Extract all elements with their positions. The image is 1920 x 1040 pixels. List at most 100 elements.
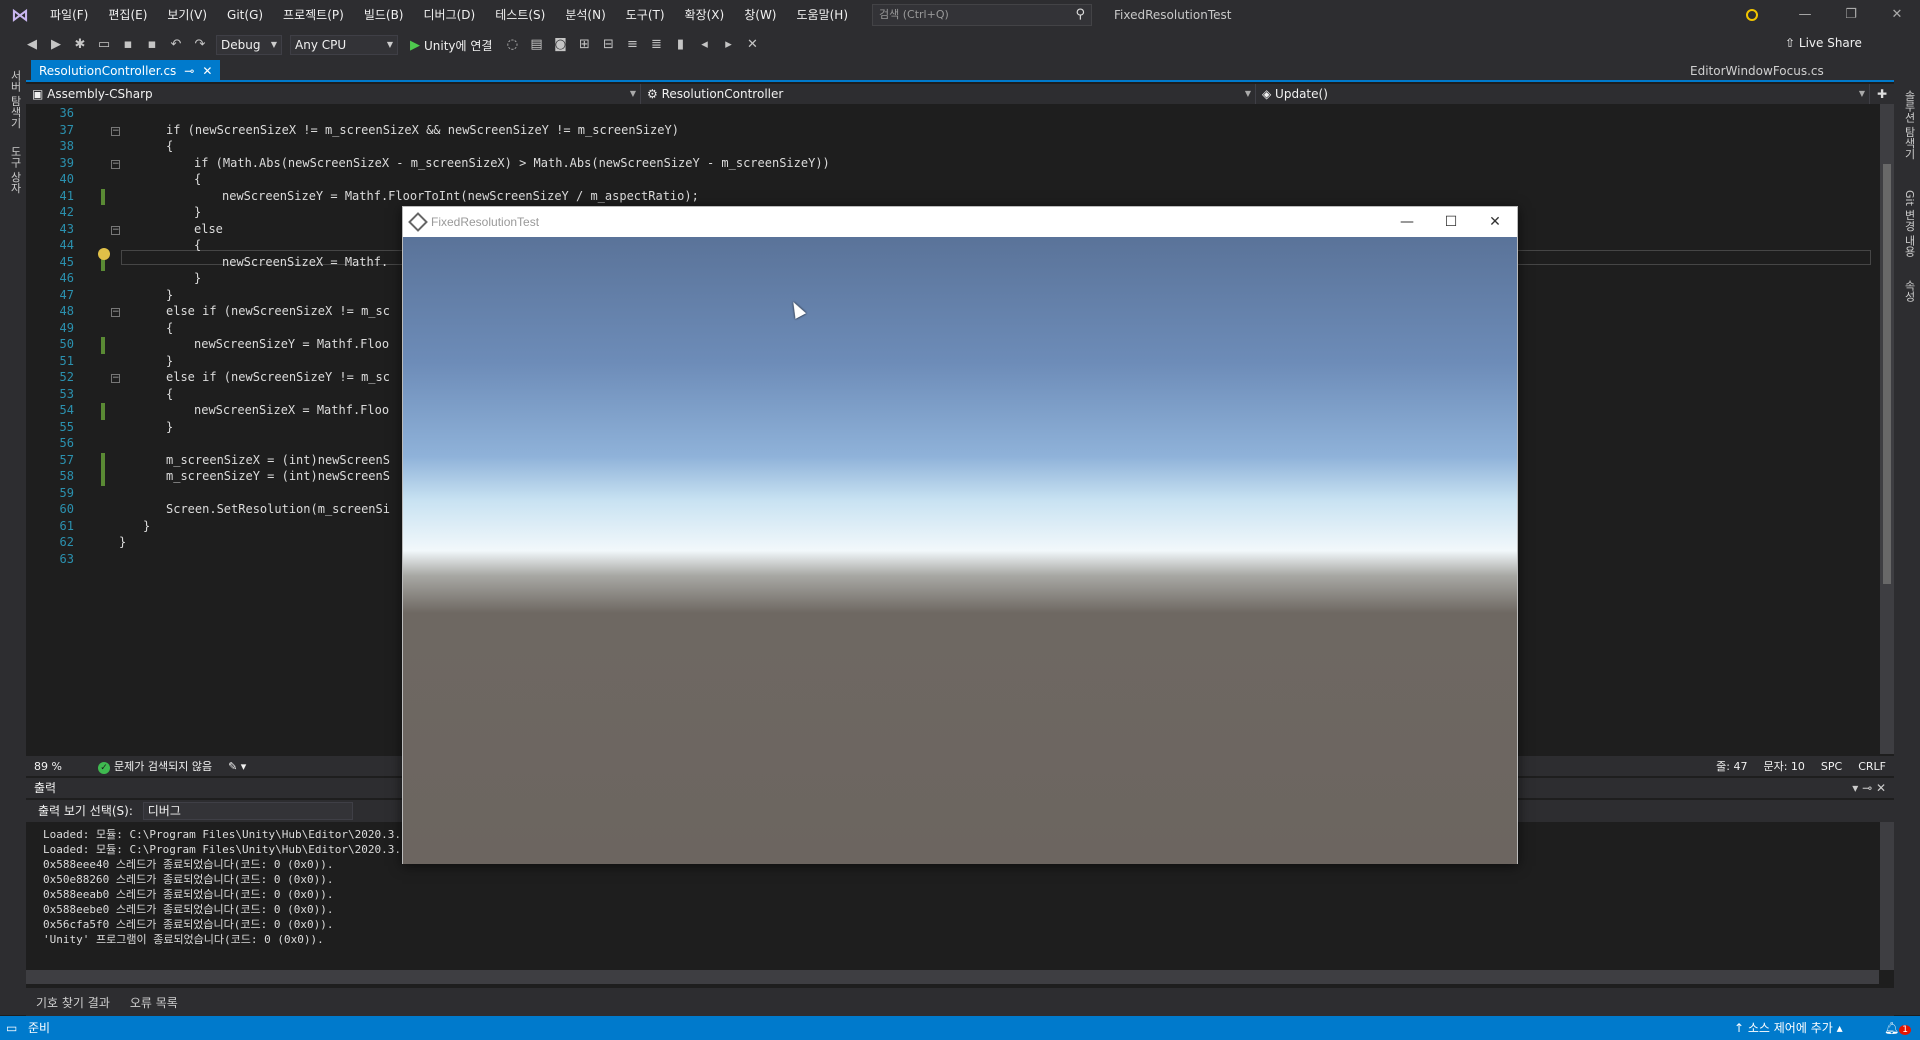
tab-label: ResolutionController.cs (39, 64, 177, 78)
panel-controls-icon[interactable]: ▾ ⊸ ✕ (1852, 778, 1886, 798)
zoom-select[interactable]: 89 % (26, 760, 90, 773)
outdent-icon[interactable]: ≣ (646, 34, 666, 56)
project-dropdown[interactable]: ▣ Assembly-CSharp ▼ (26, 84, 641, 104)
project-name: Assembly-CSharp (47, 87, 153, 101)
menu-help[interactable]: 도움말(H) (787, 0, 859, 30)
prev-bookmark-icon[interactable]: ◂ (694, 34, 714, 56)
solution-explorer-icon[interactable]: ⊞ (574, 34, 594, 56)
toolbox-tab[interactable]: 도구 상자 (7, 146, 23, 194)
add-source-control-button[interactable]: ↑ 소스 제어에 추가 ▴ (1734, 1016, 1843, 1040)
next-bookmark-icon[interactable]: ▸ (718, 34, 738, 56)
fold-toggle-icon[interactable]: − (111, 374, 120, 383)
line-number: 42 (59, 205, 74, 219)
game-minimize-icon[interactable]: — (1385, 207, 1429, 237)
tab-resolution-controller[interactable]: ResolutionController.cs ⊸ ✕ (31, 60, 221, 82)
notification-bell-icon[interactable]: 🔔︎ 1 (1884, 1016, 1911, 1040)
tab-editor-window-focus[interactable]: EditorWindowFocus.cs (1690, 60, 1824, 82)
fold-toggle-icon[interactable]: − (111, 126, 120, 136)
platform-value: Any CPU (295, 38, 347, 52)
class-dropdown[interactable]: ⚙ ResolutionController ▼ (641, 84, 1256, 104)
folder-icon[interactable]: ▤ (526, 34, 546, 56)
code-line: { (166, 320, 174, 335)
back-icon[interactable]: ◀ (22, 34, 42, 56)
line-number: 53 (59, 386, 74, 401)
check-circle-icon: ✓ (98, 762, 110, 774)
editor-scrollbar[interactable] (1880, 104, 1894, 754)
menu-git[interactable]: Git(G) (217, 0, 273, 30)
clear-bookmarks-icon[interactable]: ✕ (742, 34, 762, 56)
code-cleanup-icon[interactable]: ✎ ▾ (220, 760, 254, 773)
editor-scroll-thumb[interactable] (1883, 164, 1891, 584)
git-changes-tab[interactable]: Git 변경 내용 (1901, 190, 1917, 257)
split-icon[interactable]: ✚ (1870, 84, 1894, 104)
redo-icon[interactable]: ↷ (190, 34, 210, 56)
solution-explorer-tab[interactable]: 솔루션 탐색기 (1901, 90, 1917, 160)
menu-project[interactable]: 프로젝트(P) (273, 0, 354, 30)
save-icon[interactable]: ▪ (118, 34, 138, 56)
hot-reload-icon[interactable]: ◌ (502, 34, 522, 56)
spacing-indicator[interactable]: SPC (1813, 760, 1850, 773)
menu-debug[interactable]: 디버그(D) (414, 0, 486, 30)
live-share-button[interactable]: ⇧ Live Share (1785, 36, 1862, 50)
issues-indicator[interactable]: ✓ 문제가 검색되지 않음 (90, 758, 220, 774)
bookmark-icon[interactable]: ▮ (670, 34, 690, 56)
close-tab-icon[interactable]: ✕ (202, 60, 212, 82)
output-line: 0x50e88260 스레드가 종료되었습니다(코드: 0 (0x0)). (43, 873, 334, 886)
server-explorer-tab[interactable]: 서버 탐색기 (7, 70, 23, 129)
open-icon[interactable]: ▭ (94, 34, 114, 56)
config-select[interactable]: Debug ▼ (216, 35, 282, 55)
menu-window[interactable]: 창(W) (734, 0, 786, 30)
search-icon[interactable]: ⚲ (1075, 5, 1085, 25)
fold-toggle-icon[interactable]: − (111, 159, 120, 169)
notification-icon[interactable] (1746, 9, 1758, 21)
code-line: if (newScreenSizeX != m_screenSizeX && n… (166, 122, 679, 137)
menu-tools[interactable]: 도구(T) (616, 0, 675, 30)
platform-select[interactable]: Any CPU ▼ (290, 35, 398, 55)
menu-build[interactable]: 빌드(B) (354, 0, 414, 30)
code-line: newScreenSizeY = Mathf.FloorToInt(newScr… (222, 188, 699, 203)
line-number: 55 (59, 419, 74, 434)
game-window[interactable]: FixedResolutionTest — ☐ ✕ (402, 206, 1518, 864)
attach-unity-button[interactable]: ▶ Unity에 연결 (406, 34, 496, 56)
member-dropdown[interactable]: ◈ Update() ▼ (1256, 84, 1870, 104)
game-window-titlebar[interactable]: FixedResolutionTest — ☐ ✕ (403, 207, 1517, 237)
menu-file[interactable]: 파일(F) (40, 0, 98, 30)
game-maximize-icon[interactable]: ☐ (1429, 207, 1473, 237)
game-viewport[interactable] (403, 237, 1517, 864)
menu-view[interactable]: 보기(V) (157, 0, 217, 30)
tab-error-list[interactable]: 오류 목록 (120, 994, 188, 1011)
output-scrollbar[interactable] (1880, 822, 1894, 970)
code-line: newScreenSizeX = Mathf. (222, 254, 389, 269)
output-source-select[interactable]: 디버그 (142, 802, 353, 820)
menu-edit[interactable]: 편집(E) (98, 0, 157, 30)
save-all-icon[interactable]: ▪ (142, 34, 162, 56)
column-indicator[interactable]: 문자: 10 (1755, 758, 1812, 774)
code-line: } (166, 419, 174, 434)
game-close-icon[interactable]: ✕ (1473, 207, 1517, 237)
close-icon[interactable]: ✕ (1874, 0, 1920, 30)
line-number: 45 (59, 254, 74, 269)
menu-extensions[interactable]: 확장(X) (675, 0, 735, 30)
tab-find-symbol-results[interactable]: 기호 찾기 결과 (26, 994, 120, 1011)
line-indicator[interactable]: 줄: 47 (1708, 758, 1755, 774)
output-hscrollbar[interactable] (26, 970, 1879, 984)
fold-toggle-icon[interactable]: − (111, 308, 120, 317)
new-item-icon[interactable]: ✱ (70, 34, 90, 56)
menu-analyze[interactable]: 분석(N) (555, 0, 615, 30)
search-input[interactable]: 검색 (Ctrl+Q) ⚲ (872, 4, 1093, 26)
lightbulb-icon[interactable] (98, 248, 110, 260)
ready-status: 준비 (28, 1021, 51, 1035)
screenshot-icon[interactable]: ◙ (550, 34, 570, 56)
menu-test[interactable]: 테스트(S) (485, 0, 555, 30)
properties-icon[interactable]: ⊟ (598, 34, 618, 56)
restore-icon[interactable]: ❐ (1828, 0, 1874, 30)
line-ending-indicator[interactable]: CRLF (1850, 760, 1894, 773)
pin-icon[interactable]: ⊸ (184, 60, 194, 82)
indent-icon[interactable]: ≡ (622, 34, 642, 56)
properties-tab[interactable]: 속성 (1901, 280, 1917, 302)
fold-toggle-icon[interactable]: − (111, 225, 120, 235)
visual-studio-logo-icon: ⋈ (11, 4, 29, 26)
undo-icon[interactable]: ↶ (166, 34, 186, 56)
minimize-icon[interactable]: — (1782, 0, 1828, 30)
forward-icon[interactable]: ▶ (46, 34, 66, 56)
